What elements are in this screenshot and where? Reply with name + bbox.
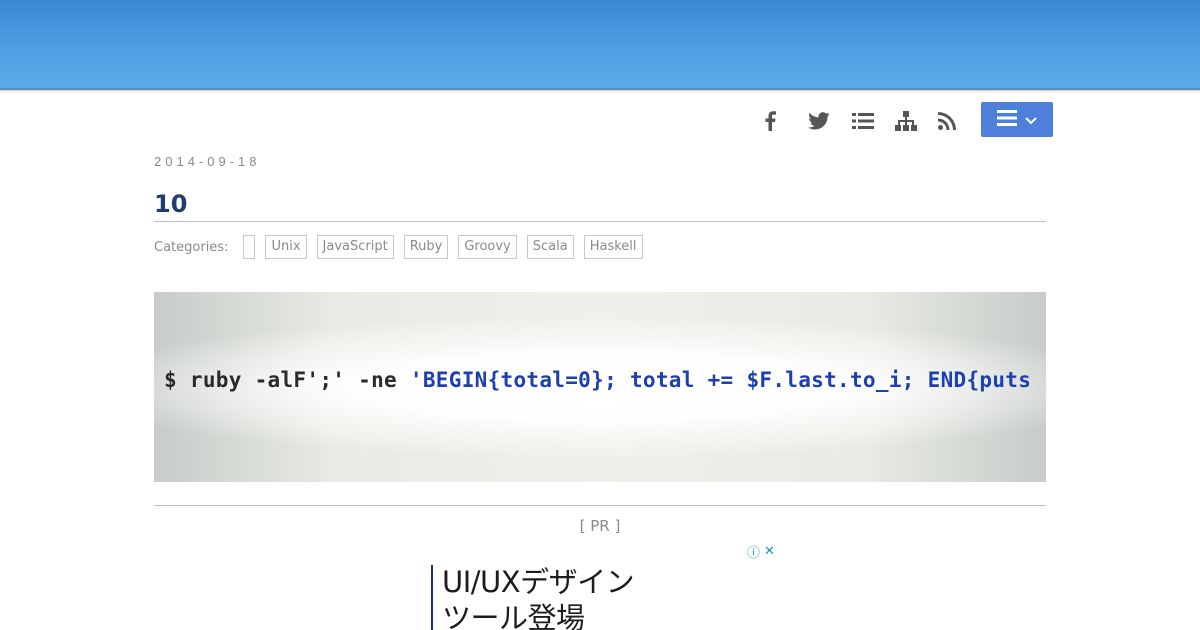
category-tag-ruby[interactable]: Ruby — [403, 235, 449, 259]
category-tag-scala[interactable]: Scala — [526, 235, 574, 259]
category-tag-javascript[interactable]: JavaScript — [316, 235, 394, 259]
eyecatch-code-text: $ ruby -alF';' -ne 'BEGIN{total=0}; tota… — [164, 368, 1031, 392]
sitemap-icon[interactable] — [894, 110, 918, 132]
title-divider — [154, 221, 1046, 222]
code-prompt: $ ruby -alF';' -ne — [164, 368, 410, 392]
category-tag-haskell[interactable]: Haskell — [583, 235, 643, 259]
facebook-icon[interactable] — [758, 110, 782, 132]
eyecatch-image: $ ruby -alF';' -ne 'BEGIN{total=0}; tota… — [154, 292, 1046, 482]
rss-icon[interactable] — [935, 110, 959, 132]
category-tag-unix[interactable]: Unix — [265, 235, 307, 259]
code-string: 'BEGIN{total=0}; total += $F.last.to_i; … — [409, 368, 1032, 392]
ad-line-2: ツール登場 — [442, 601, 585, 630]
list-icon[interactable] — [851, 110, 875, 132]
close-icon[interactable]: ✕ — [764, 544, 775, 559]
categories-label: Categories: — [154, 239, 229, 255]
category-list: Categories: Unix JavaScript Ruby Groovy … — [154, 235, 653, 259]
pr-label: [ PR ] — [579, 517, 621, 535]
post-title[interactable]: 10 — [154, 190, 187, 218]
ad-banner[interactable]: ⓘ ✕ UI/UXデザイン ツール登場 — [431, 540, 781, 630]
chevron-down-icon — [1025, 110, 1037, 129]
twitter-icon[interactable] — [807, 110, 831, 132]
category-tag-empty[interactable] — [243, 235, 256, 259]
category-tag-groovy[interactable]: Groovy — [458, 235, 517, 259]
menu-button[interactable] — [981, 102, 1053, 137]
pr-divider — [154, 505, 1046, 506]
ad-controls: ⓘ ✕ — [747, 542, 775, 561]
header-banner — [0, 0, 1200, 90]
ad-accent-bar — [431, 565, 433, 630]
hamburger-icon — [997, 109, 1017, 130]
post-date: 2014-09-18 — [154, 154, 261, 169]
info-icon[interactable]: ⓘ — [747, 542, 760, 561]
ad-line-1: UI/UXデザイン — [442, 565, 635, 599]
ad-headline[interactable]: UI/UXデザイン ツール登場 — [442, 564, 635, 630]
